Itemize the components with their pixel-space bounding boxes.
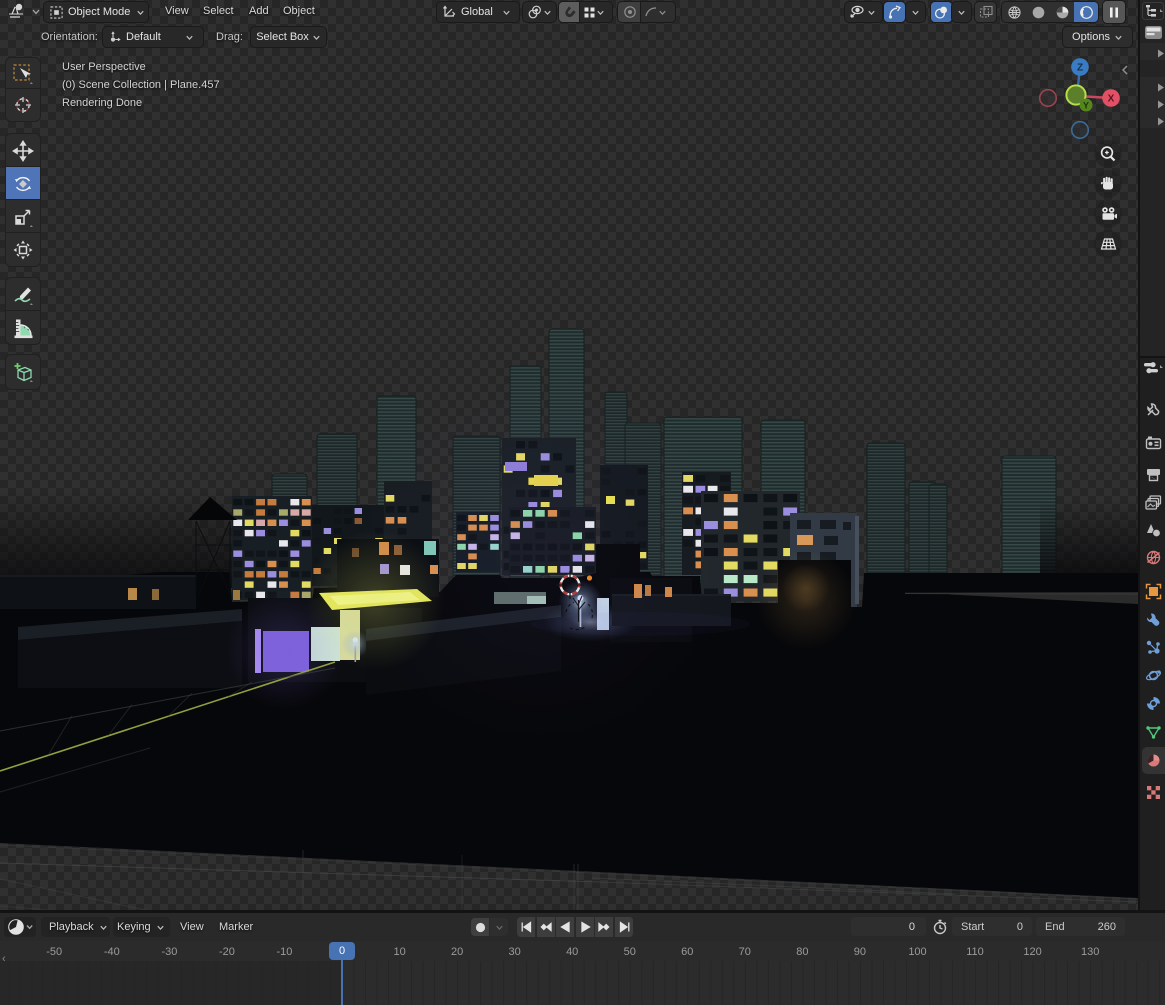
svg-text:120: 120 — [1023, 946, 1041, 958]
svg-text:-20: -20 — [219, 946, 235, 958]
svg-text:130: 130 — [1081, 946, 1099, 958]
svg-text:Y: Y — [1083, 100, 1089, 110]
svg-text:40: 40 — [566, 946, 578, 958]
svg-text:X: X — [1108, 94, 1115, 105]
svg-text:Z: Z — [1077, 63, 1083, 74]
svg-text:-50: -50 — [46, 946, 62, 958]
svg-text:-40: -40 — [104, 946, 120, 958]
svg-text:110: 110 — [966, 946, 984, 958]
svg-text:50: 50 — [624, 946, 636, 958]
svg-text:70: 70 — [739, 946, 751, 958]
svg-text:80: 80 — [796, 946, 808, 958]
svg-text:100: 100 — [908, 946, 926, 958]
svg-text:60: 60 — [681, 946, 693, 958]
svg-text:10: 10 — [393, 946, 405, 958]
svg-text:30: 30 — [508, 946, 520, 958]
svg-text:-30: -30 — [161, 946, 177, 958]
svg-text:20: 20 — [451, 946, 463, 958]
svg-text:-10: -10 — [276, 946, 292, 958]
svg-text:90: 90 — [854, 946, 866, 958]
